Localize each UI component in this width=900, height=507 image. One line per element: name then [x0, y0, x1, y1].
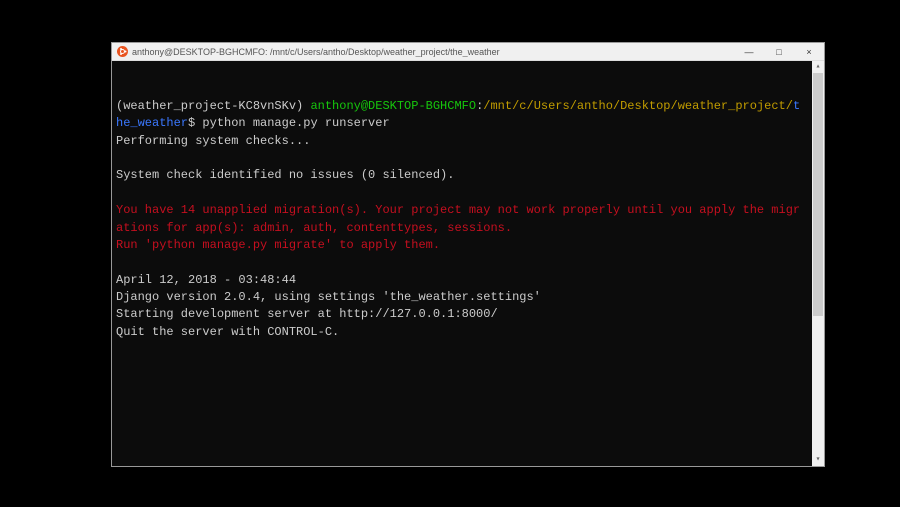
output-server-url: Starting development server at http://12… — [116, 307, 498, 321]
output-timestamp: April 12, 2018 - 03:48:44 — [116, 273, 296, 287]
scroll-down-arrow-icon[interactable]: ▾ — [812, 454, 824, 466]
terminal-content: (weather_project-KC8vnSKv) anthony@DESKT… — [116, 98, 820, 341]
scrollbar-thumb[interactable] — [813, 73, 823, 316]
output-quit-hint: Quit the server with CONTROL-C. — [116, 325, 339, 339]
terminal-window: anthony@DESKTOP-BGHCMFO: /mnt/c/Users/an… — [111, 42, 825, 467]
scroll-up-arrow-icon[interactable]: ▴ — [812, 61, 824, 73]
window-title: anthony@DESKTOP-BGHCMFO: /mnt/c/Users/an… — [132, 47, 734, 57]
user-host: anthony@DESKTOP-BGHCMFO — [310, 99, 476, 113]
migration-warning: Run 'python manage.py migrate' to apply … — [116, 238, 440, 252]
scrollbar[interactable]: ▴ ▾ — [812, 61, 824, 466]
cwd-first: /mnt/c/Users/antho/Desktop/weather_proje… — [483, 99, 793, 113]
maximize-button[interactable]: □ — [764, 43, 794, 60]
output-line: Performing system checks... — [116, 134, 310, 148]
venv-name: (weather_project-KC8vnSKv) — [116, 99, 310, 113]
migration-warning: You have 14 unapplied migration(s). Your… — [116, 203, 800, 234]
terminal-body[interactable]: (weather_project-KC8vnSKv) anthony@DESKT… — [112, 61, 824, 466]
minimize-button[interactable]: — — [734, 43, 764, 60]
output-django-version: Django version 2.0.4, using settings 'th… — [116, 290, 541, 304]
titlebar[interactable]: anthony@DESKTOP-BGHCMFO: /mnt/c/Users/an… — [112, 43, 824, 61]
output-line: System check identified no issues (0 sil… — [116, 168, 454, 182]
close-button[interactable]: × — [794, 43, 824, 60]
prompt-symbol: $ — [188, 116, 202, 130]
command-text: python manage.py runserver — [202, 116, 389, 130]
window-controls: — □ × — [734, 43, 824, 60]
ubuntu-icon — [116, 46, 128, 58]
